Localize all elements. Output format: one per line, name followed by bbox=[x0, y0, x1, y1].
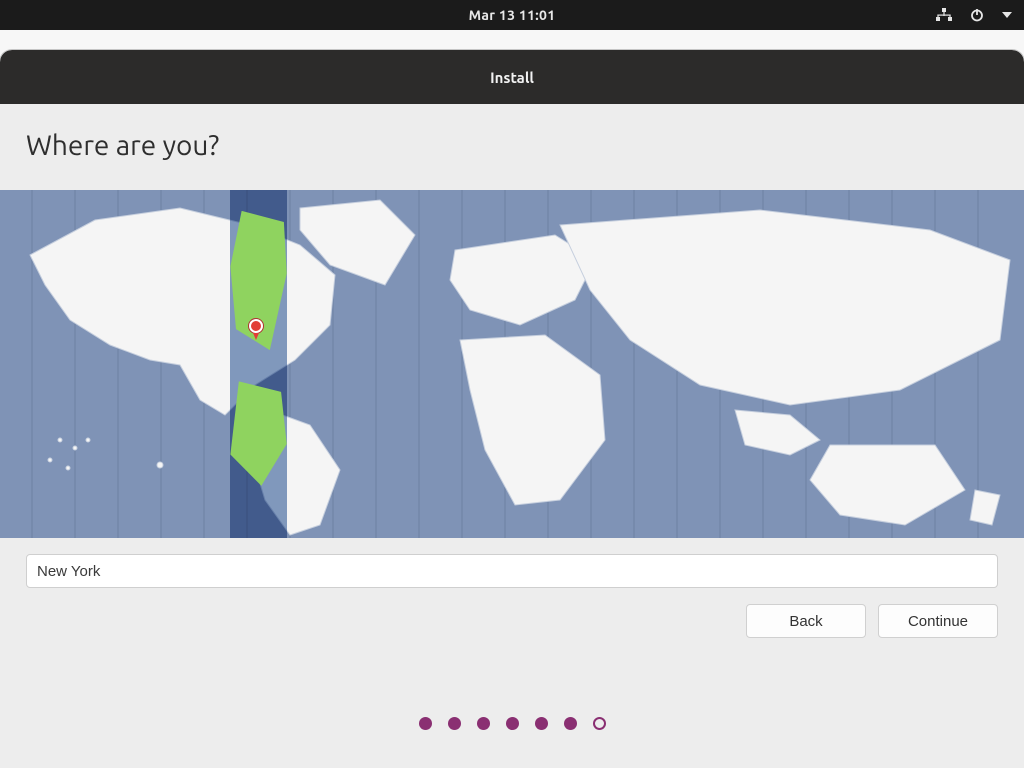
chevron-down-icon[interactable] bbox=[1002, 10, 1012, 20]
continue-button[interactable]: Continue bbox=[878, 604, 998, 638]
back-button[interactable]: Back bbox=[746, 604, 866, 638]
titlebar: Install bbox=[0, 50, 1024, 104]
progress-dot bbox=[477, 717, 490, 730]
progress-dot bbox=[419, 717, 432, 730]
timezone-map[interactable] bbox=[0, 190, 1024, 538]
progress-dot bbox=[448, 717, 461, 730]
network-icon[interactable] bbox=[936, 8, 952, 22]
button-row: Back Continue bbox=[746, 604, 998, 638]
map-pin bbox=[249, 319, 263, 333]
progress-dot bbox=[564, 717, 577, 730]
progress-dot-current bbox=[593, 717, 606, 730]
installer-window: Install Where are you? bbox=[0, 50, 1024, 768]
content-area: Where are you? bbox=[0, 104, 1024, 768]
page-heading: Where are you? bbox=[26, 130, 219, 161]
progress-dot bbox=[506, 717, 519, 730]
progress-dots bbox=[0, 717, 1024, 730]
clock: Mar 13 11:01 bbox=[469, 7, 556, 23]
world-map bbox=[0, 190, 1024, 538]
power-icon[interactable] bbox=[970, 8, 984, 22]
progress-dot bbox=[535, 717, 548, 730]
gnome-top-bar: Mar 13 11:01 bbox=[0, 0, 1024, 30]
window-title: Install bbox=[490, 69, 534, 86]
location-input[interactable] bbox=[26, 554, 998, 588]
system-tray[interactable] bbox=[936, 0, 1012, 30]
